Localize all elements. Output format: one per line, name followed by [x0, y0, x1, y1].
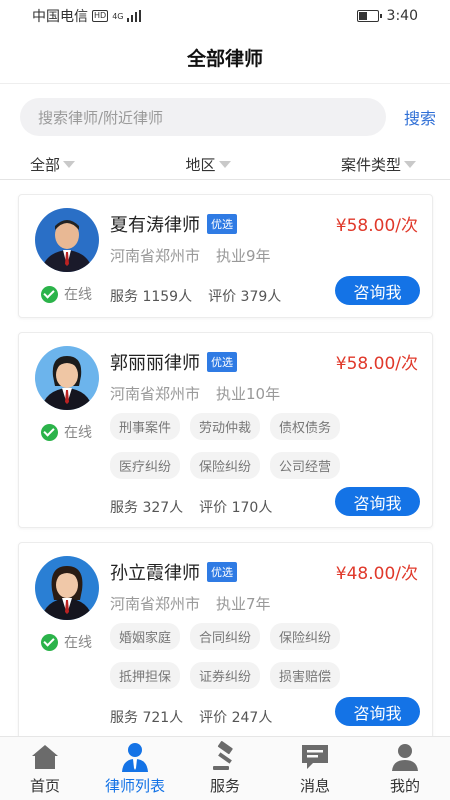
specialty-tag: 保险纠纷 [270, 623, 341, 650]
specialty-tag: 保险纠纷 [190, 452, 261, 479]
tab-messages[interactable]: 消息 [270, 737, 360, 800]
clock: 3:40 [386, 8, 418, 24]
specialty-tags: 刑事案件 劳动仲裁 债权债务 医疗纠纷 保险纠纷 公司经营 [110, 413, 370, 479]
lawyer-name: 孙立霞律师 [110, 563, 200, 584]
battery-icon [356, 10, 382, 22]
header: 全部律师 [0, 32, 450, 84]
consult-price: ¥58.00/次 [335, 354, 418, 374]
specialty-tag: 刑事案件 [110, 413, 181, 440]
review-count: 评价 379人 [208, 289, 282, 305]
consult-button[interactable]: 咨询我 [335, 697, 420, 726]
lawyer-avatar [35, 208, 99, 272]
tab-lawyer-list[interactable]: 律师列表 [90, 737, 180, 800]
online-status: 在线 [41, 422, 92, 442]
hd-icon: HD [92, 10, 109, 22]
search-input[interactable]: 搜索律师/附近律师 [20, 98, 386, 136]
review-count: 评价 170人 [199, 500, 273, 516]
dropdown-icon [403, 161, 416, 168]
carrier-label: 中国电信 [32, 9, 88, 25]
review-count: 评价 247人 [199, 710, 273, 726]
lawyer-card[interactable]: 夏有涛律师 优选 ¥58.00/次 河南省郑州市 执业9年 在线 服务 1159人… [18, 194, 433, 318]
bottom-tab-bar: 首页 律师列表 服务 消息 我的 [0, 736, 450, 800]
page-title: 全部律师 [186, 48, 263, 70]
specialty-tag: 婚姻家庭 [110, 623, 181, 650]
lawyer-location: 河南省郑州市 [110, 247, 201, 265]
status-bar: 中国电信 HD 4G 3:40 [0, 0, 450, 32]
gavel-icon [213, 741, 233, 770]
network-label: 4G [112, 11, 124, 21]
dropdown-icon [63, 161, 76, 168]
lawyer-experience: 执业10年 [216, 385, 281, 403]
filter-bar: 全部 地区 案件类型 [0, 150, 450, 180]
online-status: 在线 [41, 284, 92, 304]
specialty-tag: 合同纠纷 [190, 623, 261, 650]
filter-case-type[interactable]: 案件类型 [341, 154, 416, 175]
lawyer-location: 河南省郑州市 [110, 595, 201, 613]
specialty-tag: 医疗纠纷 [110, 452, 181, 479]
lawyer-avatar [35, 556, 99, 620]
consult-button[interactable]: 咨询我 [335, 276, 420, 305]
search-button[interactable]: 搜索 [404, 105, 436, 129]
specialty-tags: 婚姻家庭 合同纠纷 保险纠纷 抵押担保 证券纠纷 损害赔偿 [110, 623, 370, 689]
specialty-tag: 公司经营 [270, 452, 341, 479]
lawyer-card[interactable]: 郭丽丽律师 优选 ¥58.00/次 河南省郑州市 执业10年 在线 刑事案件 劳动… [18, 332, 433, 528]
specialty-tag: 证券纠纷 [190, 662, 261, 689]
tab-home[interactable]: 首页 [0, 737, 90, 800]
online-status: 在线 [41, 632, 92, 652]
lawyer-name: 夏有涛律师 [110, 215, 200, 236]
lawyer-list[interactable]: 夏有涛律师 优选 ¥58.00/次 河南省郑州市 执业9年 在线 服务 1159人… [0, 180, 450, 736]
lawyer-icon [122, 743, 148, 772]
filter-all[interactable]: 全部 [30, 154, 76, 175]
preferred-badge: 优选 [207, 562, 237, 582]
specialty-tag: 债权债务 [270, 413, 341, 440]
lawyer-experience: 执业9年 [216, 247, 271, 265]
search-row: 搜索律师/附近律师 搜索 [0, 84, 450, 150]
lawyer-name: 郭丽丽律师 [110, 353, 200, 374]
message-icon [302, 745, 328, 769]
served-count: 服务 721人 [110, 710, 184, 726]
served-count: 服务 327人 [110, 500, 184, 516]
consult-button[interactable]: 咨询我 [335, 487, 420, 516]
consult-price: ¥48.00/次 [335, 564, 418, 584]
dropdown-icon [218, 161, 231, 168]
preferred-badge: 优选 [207, 214, 237, 234]
lawyer-card[interactable]: 孙立霞律师 优选 ¥48.00/次 河南省郑州市 执业7年 在线 婚姻家庭 合同纠… [18, 542, 433, 736]
filter-region[interactable]: 地区 [185, 154, 231, 175]
served-count: 服务 1159人 [110, 289, 193, 305]
check-icon [41, 285, 58, 303]
tab-profile[interactable]: 我的 [360, 737, 450, 800]
consult-price: ¥58.00/次 [335, 216, 418, 236]
home-icon [32, 745, 58, 769]
tab-service[interactable]: 服务 [180, 737, 270, 800]
user-icon [392, 744, 418, 771]
lawyer-experience: 执业7年 [216, 595, 271, 613]
check-icon [41, 633, 58, 651]
specialty-tag: 抵押担保 [110, 662, 181, 689]
specialty-tag: 劳动仲裁 [190, 413, 261, 440]
signal-icon [127, 10, 142, 22]
specialty-tag: 损害赔偿 [270, 662, 341, 689]
lawyer-avatar [35, 346, 99, 410]
lawyer-location: 河南省郑州市 [110, 385, 201, 403]
preferred-badge: 优选 [207, 352, 237, 372]
check-icon [41, 423, 58, 441]
